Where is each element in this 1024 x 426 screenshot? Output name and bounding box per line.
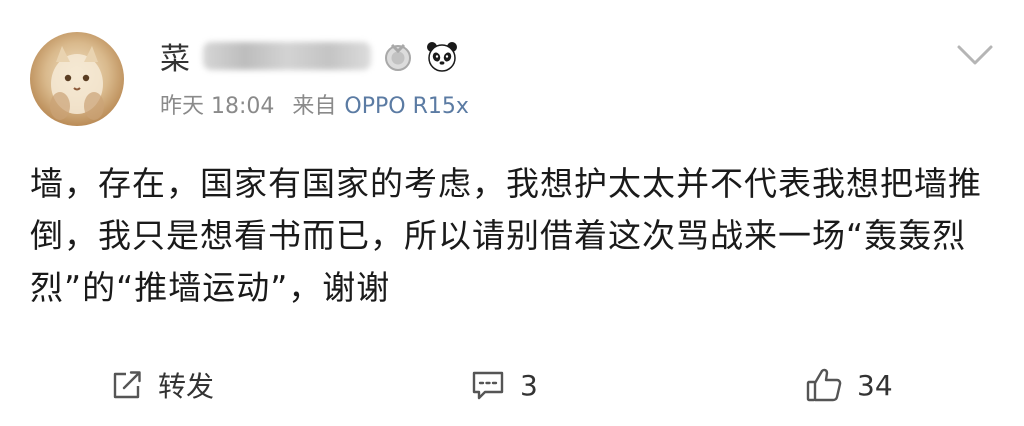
repost-share-icon: [113, 371, 141, 399]
cat-avatar-image: [50, 46, 104, 120]
chevron-down-icon[interactable]: [956, 42, 994, 68]
username[interactable]: 菜: [160, 34, 191, 78]
repost-label: 转发: [158, 370, 215, 403]
username-redacted: [203, 42, 371, 70]
medal-badge-icon: [381, 39, 415, 73]
repost-button[interactable]: 转发: [110, 360, 214, 410]
comment-button[interactable]: 3: [470, 360, 538, 410]
like-count: 34: [857, 368, 893, 402]
post-source: 来自 OPPO R15x: [292, 88, 468, 120]
like-button[interactable]: 34: [805, 360, 893, 410]
user-header: 菜: [160, 34, 459, 78]
comment-count: 3: [520, 368, 538, 402]
source-prefix: 来自: [292, 94, 337, 119]
post-text: 墙，存在，国家有国家的考虑，我想护太太并不代表我想把墙推倒，我只是想看书而已，所…: [30, 164, 982, 307]
panda-emoji-icon: [425, 39, 459, 73]
weibo-post-card: 菜 昨天 18:04 来自 OPPO R15x 墙，存在，国家有国家的考虑，我想…: [0, 0, 1024, 426]
source-device-link[interactable]: OPPO R15x: [344, 94, 468, 119]
post-meta: 昨天 18:04 来自 OPPO R15x: [160, 88, 469, 120]
action-bar: 转发 3 34: [0, 360, 1024, 410]
avatar[interactable]: [30, 32, 124, 126]
thumbs-up-icon: [806, 368, 842, 402]
comment-bubble-icon: [472, 371, 504, 400]
post-timestamp: 昨天 18:04: [160, 94, 275, 119]
